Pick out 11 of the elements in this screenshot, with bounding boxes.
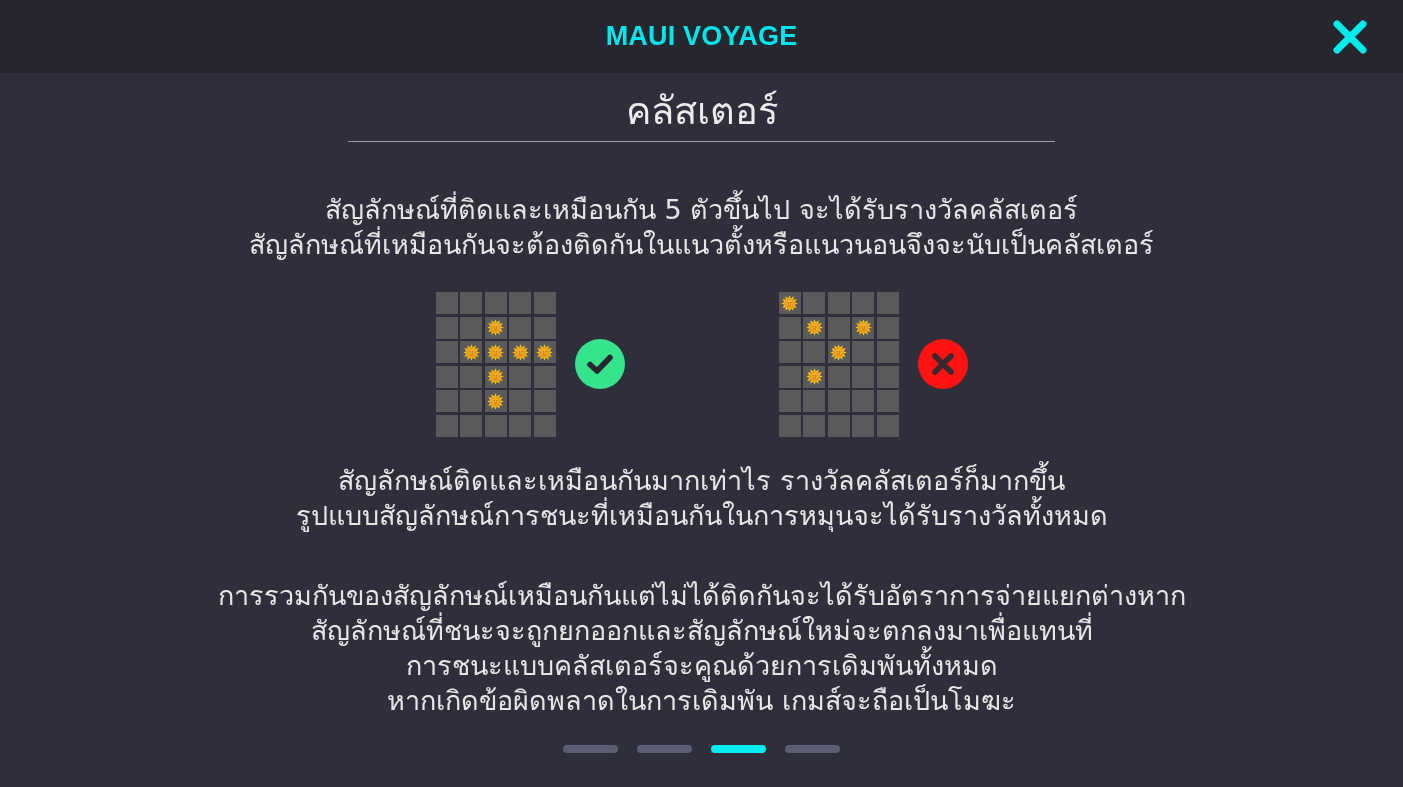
close-button[interactable] bbox=[1333, 19, 1367, 54]
rule-text: การรวมกันของสัญลักษณ์เหมือนกันแต่ไม่ได้ติดกันจะได้รับอัตราการจ่ายแยกต่างหาก bbox=[217, 578, 1186, 612]
page-indicator[interactable] bbox=[711, 744, 766, 753]
close-icon bbox=[1333, 19, 1367, 54]
rule-text: รูปแบบสัญลักษณ์การชนะที่เหมือนกันในการหมุนจะได้รับรางวัลทั้งหมด bbox=[295, 497, 1108, 533]
rule-text: หากเกิดข้อผิดพลาดในการเดิมพัน เกมส์จะถือเป็นโมฆะ bbox=[387, 683, 1016, 718]
rule-text: การชนะแบบคลัสเตอร์จะคูณด้วยการเดิมพันทั้งหมด bbox=[405, 647, 998, 683]
section-title: คลัสเตอร์ bbox=[625, 88, 778, 135]
game-title: MAUI VOYAGE bbox=[605, 21, 798, 52]
rule-text: สัญลักษณ์ที่เหมือนกันจะต้องติดกันในแนวตั้งหรือแนวนอนจึงจะนับเป็นคลัสเตอร์ bbox=[249, 227, 1154, 262]
rule-text: สัญลักษณ์ที่ชนะจะถูกยกออกและสัญลักษณ์ใหม่จะตกลงมาเพื่อแทนที่ bbox=[310, 612, 1093, 647]
